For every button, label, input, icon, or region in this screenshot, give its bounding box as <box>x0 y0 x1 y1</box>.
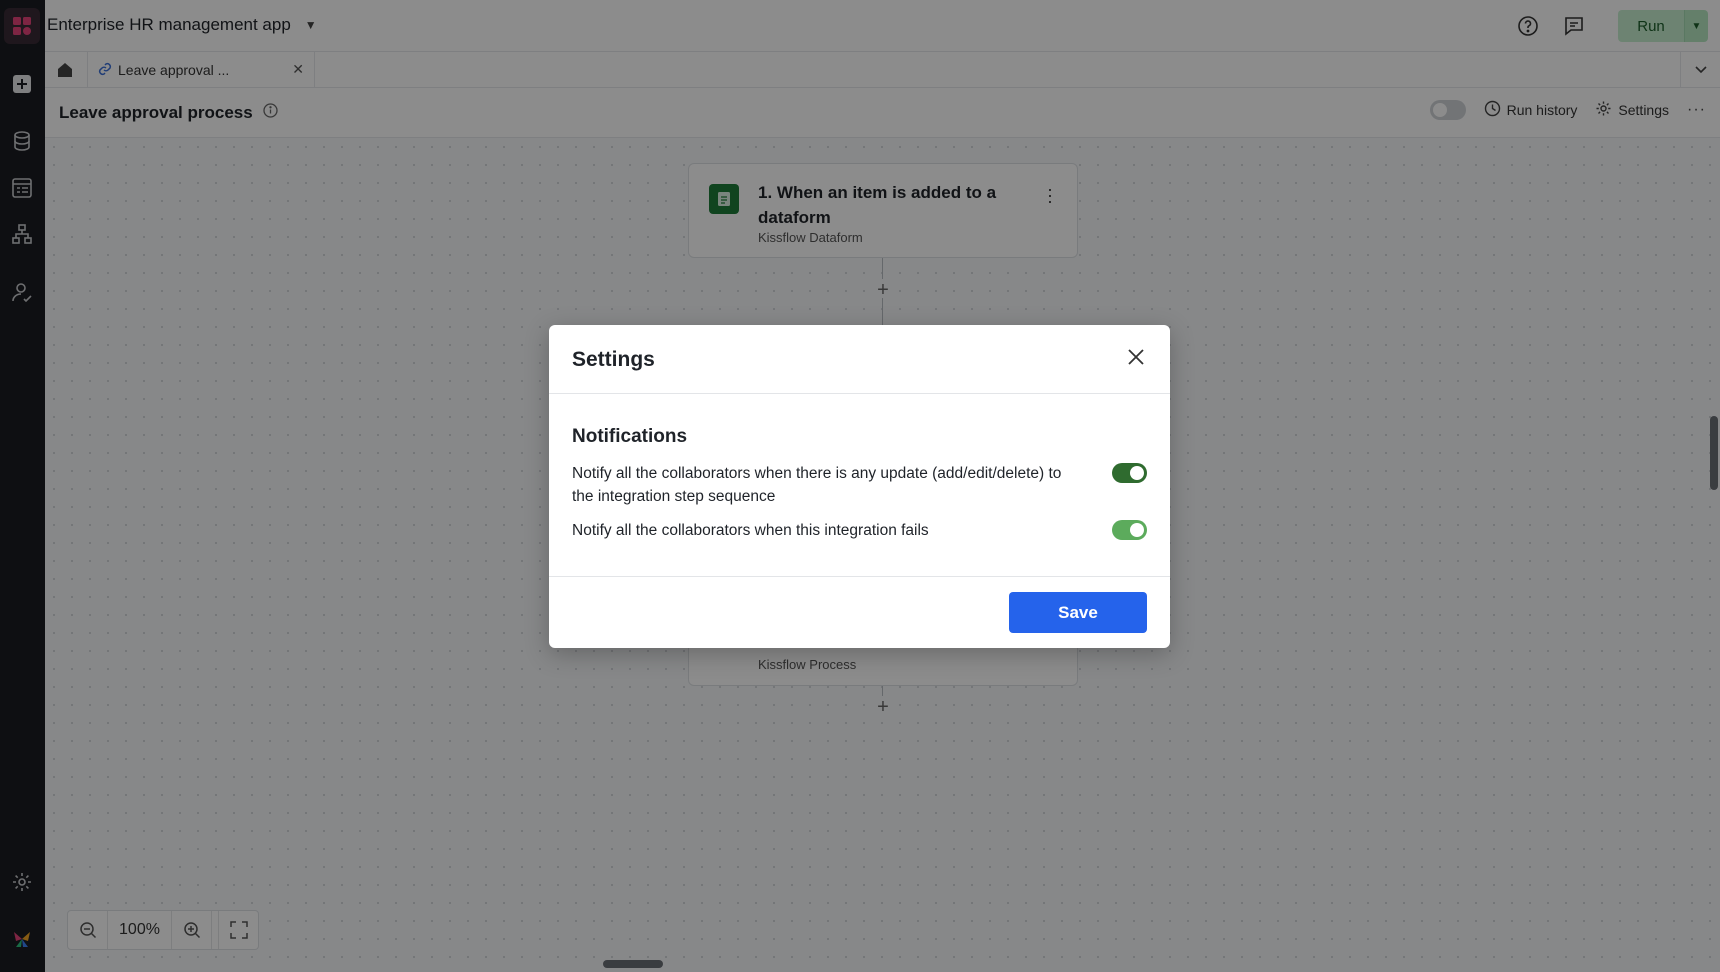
save-button[interactable]: Save <box>1009 592 1147 633</box>
setting-row-step-sequence: Notify all the collaborators when there … <box>572 462 1147 508</box>
close-icon[interactable] <box>1124 345 1148 369</box>
notifications-heading: Notifications <box>572 426 688 447</box>
setting-row-integration-fails: Notify all the collaborators when this i… <box>572 519 1147 542</box>
setting-label: Notify all the collaborators when this i… <box>572 522 929 539</box>
modal-title: Settings <box>572 348 655 371</box>
setting-label: Notify all the collaborators when there … <box>572 465 1062 505</box>
notify-failure-toggle[interactable] <box>1112 520 1147 540</box>
settings-modal: Settings Notifications Notify all the co… <box>549 325 1170 648</box>
notify-update-toggle[interactable] <box>1112 463 1147 483</box>
